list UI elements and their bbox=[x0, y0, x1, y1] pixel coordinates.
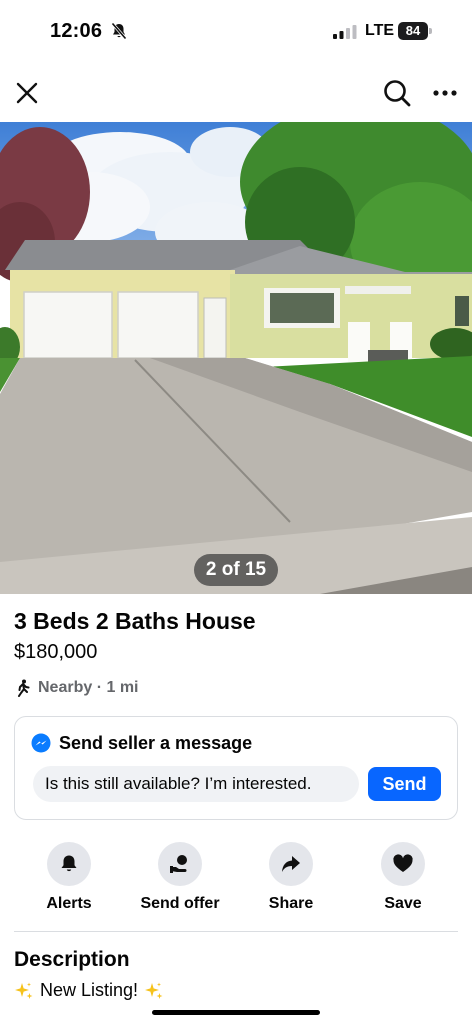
sparkles-icon bbox=[145, 982, 163, 999]
top-nav-bar bbox=[0, 70, 472, 118]
alerts-label: Alerts bbox=[46, 895, 92, 912]
divider bbox=[14, 931, 458, 932]
heart-icon bbox=[393, 854, 413, 872]
offer-icon bbox=[170, 855, 187, 873]
location-row[interactable]: Nearby · 1 mi bbox=[14, 677, 138, 699]
description-words: New Listing! bbox=[40, 980, 139, 1000]
status-bar: 12:06 LTE 84 bbox=[0, 0, 472, 64]
action-row: Alerts Send offer Share Save bbox=[0, 842, 472, 918]
home-indicator[interactable] bbox=[152, 1010, 320, 1015]
send-offer-label: Send offer bbox=[140, 895, 220, 912]
battery-icon: 84 bbox=[398, 22, 432, 40]
walking-icon bbox=[18, 679, 30, 697]
description-heading: Description bbox=[14, 948, 130, 971]
close-icon[interactable] bbox=[14, 80, 40, 106]
bell-slash-icon bbox=[111, 22, 127, 40]
search-icon[interactable] bbox=[382, 78, 412, 108]
share-button[interactable]: Share bbox=[236, 842, 346, 918]
cellular-signal-icon bbox=[333, 25, 357, 39]
network-type: LTE bbox=[365, 22, 395, 39]
share-icon bbox=[282, 856, 300, 872]
send-offer-button[interactable]: Send offer bbox=[125, 842, 235, 918]
status-time: 12:06 bbox=[50, 20, 103, 42]
battery-level: 84 bbox=[398, 22, 428, 40]
message-input[interactable] bbox=[33, 766, 359, 802]
message-seller-card: Send seller a message Send bbox=[14, 716, 458, 820]
save-label: Save bbox=[384, 895, 422, 912]
send-button[interactable]: Send bbox=[368, 767, 441, 801]
bell-icon bbox=[61, 855, 77, 872]
listing-title: 3 Beds 2 Baths House bbox=[14, 608, 256, 634]
description-text: New Listing! bbox=[14, 980, 164, 1001]
message-card-title: Send seller a message bbox=[59, 732, 253, 753]
messenger-icon bbox=[31, 733, 51, 753]
sparkles-icon bbox=[15, 982, 33, 999]
listing-price: $180,000 bbox=[14, 641, 98, 663]
house-photo bbox=[0, 122, 472, 594]
save-button[interactable]: Save bbox=[348, 842, 458, 918]
share-label: Share bbox=[268, 895, 314, 912]
alerts-button[interactable]: Alerts bbox=[14, 842, 124, 918]
photo-counter: 2 of 15 bbox=[194, 554, 278, 586]
location-distance: Nearby · 1 mi bbox=[38, 679, 139, 696]
more-horizontal-icon[interactable] bbox=[432, 80, 458, 106]
message-card-header: Send seller a message bbox=[31, 731, 252, 755]
listing-photo[interactable] bbox=[0, 122, 472, 594]
